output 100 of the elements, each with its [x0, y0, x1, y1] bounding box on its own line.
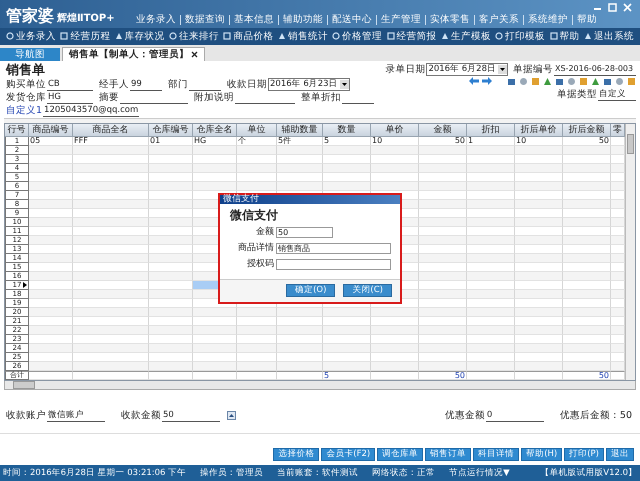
- caret-icon[interactable]: [498, 64, 507, 74]
- menu-item[interactable]: 生产管理: [377, 14, 426, 25]
- vertical-scrollbar[interactable]: [625, 124, 635, 380]
- toolbar-button[interactable]: 打印模板: [495, 30, 546, 43]
- column-header[interactable]: 折扣: [467, 124, 515, 137]
- action-button[interactable]: 调仓库单: [377, 448, 424, 461]
- column-header[interactable]: 金额: [419, 124, 467, 137]
- action-button[interactable]: 帮助(H): [521, 448, 562, 461]
- status-text: 时间：2016年6月28日 星期一 03:21:06 下午: [3, 466, 186, 479]
- column-header[interactable]: 辅助数量: [277, 124, 323, 137]
- input-field[interactable]: 0: [486, 408, 544, 422]
- menu-item[interactable]: 系统维护: [524, 14, 573, 25]
- dialog-button[interactable]: 关闭(C): [343, 284, 392, 297]
- date-field[interactable]: 2016年 6月23日: [268, 78, 350, 91]
- column-header[interactable]: 零: [611, 124, 625, 137]
- status-text: 节点运行情况▼: [449, 466, 510, 479]
- status-text: 【单机版试用版V12.0】: [540, 466, 637, 479]
- status-text: 操作员：管理员: [200, 466, 264, 479]
- field-label: 部门: [168, 78, 188, 90]
- toolbar-button[interactable]: 经营简报: [386, 30, 437, 43]
- field-label: 单据类型: [557, 88, 597, 100]
- logo-text: 管家婆: [6, 6, 54, 25]
- column-header[interactable]: 单位: [237, 124, 277, 137]
- dialog-heading: 微信支付: [230, 206, 279, 223]
- toolbar-button[interactable]: 价格管理: [332, 30, 382, 43]
- menu-item[interactable]: 配送中心: [328, 14, 377, 25]
- toolbar-button[interactable]: 销售统计: [278, 30, 328, 43]
- input-field[interactable]: 1205043570@qq.com: [43, 104, 140, 117]
- column-header[interactable]: 行号: [5, 124, 29, 137]
- field-label: 收款账户: [6, 410, 46, 421]
- right-arrow-icon[interactable]: [482, 77, 492, 86]
- input-field[interactable]: 自定义: [598, 88, 636, 101]
- date-field[interactable]: 2016年 6月28日: [426, 62, 508, 76]
- caret-icon[interactable]: [340, 80, 349, 89]
- input-field[interactable]: XS-2016-06-28-003: [554, 62, 636, 76]
- column-header[interactable]: 仓库全名: [193, 124, 237, 137]
- menu-item[interactable]: 实体零售: [426, 14, 475, 25]
- field-label: 发货仓库: [6, 92, 46, 103]
- tab[interactable]: 导航图: [0, 48, 60, 62]
- field-label: 优惠金额: [444, 410, 485, 421]
- toolbar-button[interactable]: 帮助: [550, 30, 580, 43]
- column-header[interactable]: 商品全名: [73, 124, 149, 137]
- field-label: 商品详情: [237, 243, 274, 254]
- toolbar-button[interactable]: 退出系统: [584, 30, 634, 43]
- field-label: 收款金额: [121, 410, 161, 421]
- column-header[interactable]: 数量: [323, 124, 371, 137]
- field-label: 附加说明: [194, 92, 234, 103]
- action-button[interactable]: 退出: [606, 448, 634, 461]
- edition-text: 辉煌ⅡTOP+: [57, 12, 115, 25]
- input-field[interactable]: CB: [47, 78, 93, 91]
- action-button[interactable]: 选择价格: [273, 448, 320, 461]
- maximize-icon[interactable]: [608, 3, 617, 12]
- input-field[interactable]: 50: [276, 226, 333, 238]
- action-button[interactable]: 销售订单: [425, 448, 472, 461]
- input-field[interactable]: [276, 258, 391, 270]
- toolbar-button[interactable]: 生产模板: [440, 30, 491, 43]
- dialog-button[interactable]: 确定(O): [286, 284, 336, 297]
- discounted-total: 优惠后金额：50: [560, 410, 632, 421]
- input-field[interactable]: HG: [47, 90, 93, 104]
- field-label: 摘要: [99, 92, 119, 103]
- menu-item[interactable]: 业务录入: [132, 14, 181, 25]
- toolbar-button[interactable]: 业务录入: [6, 30, 56, 43]
- left-arrow-icon[interactable]: [469, 77, 479, 86]
- column-header[interactable]: 单价: [371, 124, 419, 137]
- field-label: 单据编号: [513, 64, 553, 75]
- field-label: 金额: [255, 227, 274, 238]
- menu-item[interactable]: 基本信息: [230, 14, 279, 25]
- column-header[interactable]: 折后金额: [563, 124, 611, 137]
- dialog-title: 微信支付: [220, 194, 400, 204]
- column-header[interactable]: 商品编号: [29, 124, 73, 137]
- form-title: 销售单: [6, 63, 46, 78]
- current-row-marker-icon: [23, 282, 27, 288]
- menu-item[interactable]: 辅助功能: [279, 14, 328, 25]
- toolbar-button[interactable]: 经营历程: [60, 30, 110, 43]
- field-label: 录单日期: [385, 64, 426, 75]
- action-button[interactable]: 打印(P): [564, 448, 604, 461]
- status-text: 网络状态：正常: [372, 466, 436, 479]
- menu-item[interactable]: 客户关系: [475, 14, 524, 25]
- toolbar-button[interactable]: 往来排行: [169, 30, 220, 43]
- toolbar-button[interactable]: 库存状况: [114, 30, 165, 43]
- action-button[interactable]: 会员卡(F2): [321, 448, 376, 461]
- column-header[interactable]: 仓库编号: [149, 124, 193, 137]
- action-button[interactable]: 科目详情: [473, 448, 520, 461]
- column-header[interactable]: 折后单价: [515, 124, 563, 137]
- field-label: 自定义1: [6, 104, 42, 116]
- close-icon[interactable]: [191, 51, 198, 58]
- expand-up-icon[interactable]: [227, 410, 236, 420]
- field-label: 购买单位: [6, 78, 46, 90]
- status-text: 当前账套：软件测试: [277, 466, 358, 479]
- tab[interactable]: 销售单【制单人：管理员】: [62, 47, 205, 62]
- field-label: 经手人: [99, 78, 129, 90]
- input-field[interactable]: 99: [130, 78, 162, 91]
- field-label: 授权码: [246, 259, 274, 270]
- field-label: 整单折扣: [301, 92, 341, 103]
- toolbar-button[interactable]: 商品价格: [223, 30, 274, 43]
- input-field[interactable]: 50: [162, 408, 220, 422]
- input-field[interactable]: 微信账户: [47, 408, 105, 422]
- input-field[interactable]: 销售商品: [276, 242, 391, 254]
- field-label: 收款日期: [227, 78, 267, 90]
- menu-item[interactable]: 数据查询: [181, 14, 230, 25]
